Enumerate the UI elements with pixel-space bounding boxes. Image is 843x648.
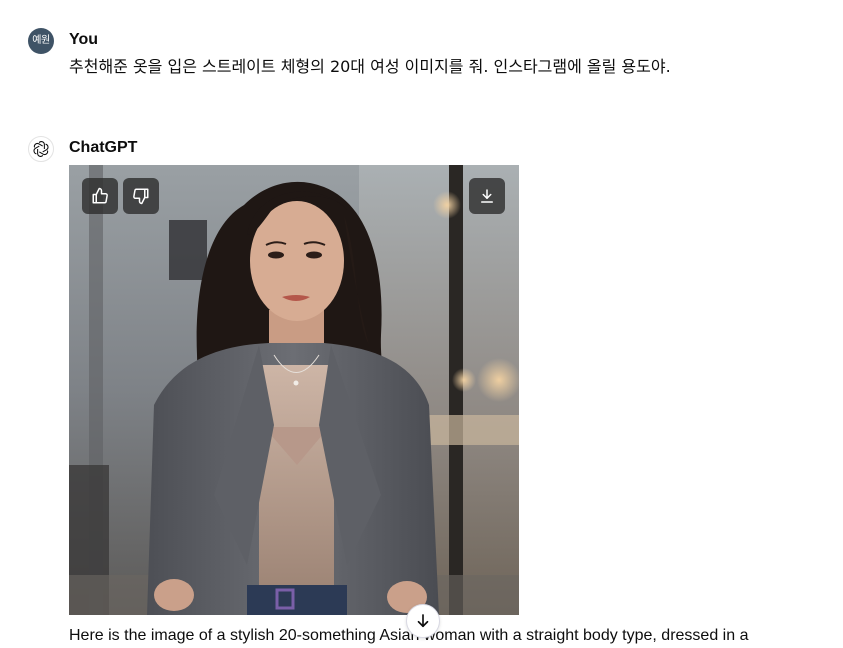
scroll-to-bottom-button[interactable] bbox=[406, 604, 440, 638]
generated-image[interactable] bbox=[69, 165, 519, 615]
user-message: 추천해준 옷을 입은 스트레이트 체형의 20대 여성 이미지를 줘. 인스타그… bbox=[69, 57, 671, 76]
user-avatar: 예원 bbox=[28, 28, 54, 54]
like-button[interactable] bbox=[82, 178, 118, 214]
dislike-button[interactable] bbox=[123, 178, 159, 214]
assistant-name: ChatGPT bbox=[69, 139, 138, 156]
thumbs-down-icon bbox=[133, 188, 149, 205]
thumbs-up-icon bbox=[92, 187, 108, 204]
chatgpt-logo-icon bbox=[28, 136, 54, 162]
download-button[interactable] bbox=[469, 178, 505, 214]
download-icon bbox=[481, 189, 493, 203]
user-name: You bbox=[69, 31, 99, 48]
chat-page: 예원 You 추천해준 옷을 입은 스트레이트 체형의 20대 여성 이미지를 … bbox=[0, 0, 843, 648]
arrow-down-icon bbox=[417, 614, 429, 628]
